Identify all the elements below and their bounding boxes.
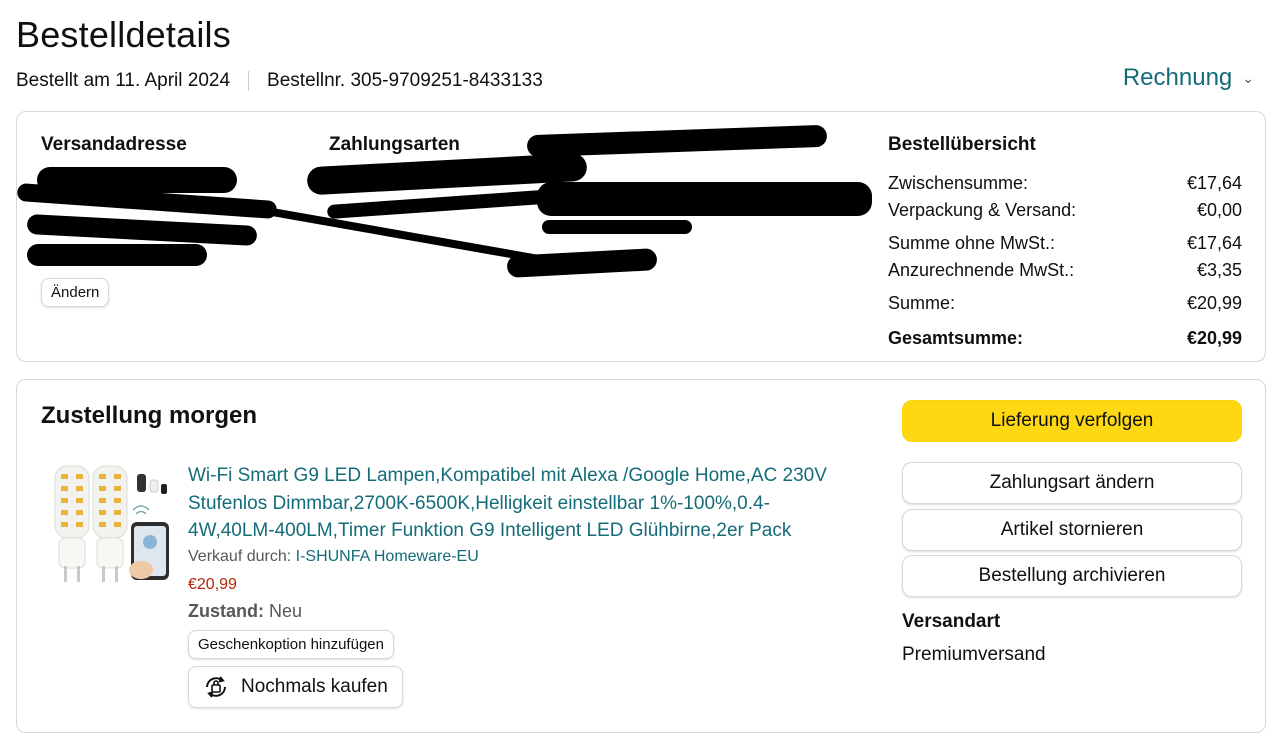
redaction bbox=[537, 182, 872, 216]
shipping-method-value: Premiumversand bbox=[902, 644, 1046, 665]
product-image[interactable] bbox=[49, 462, 173, 586]
seller-info: Verkauf durch: I-SHUNFA Homeware-EU bbox=[188, 548, 479, 566]
summary-label: Gesamtsumme: bbox=[888, 328, 1024, 348]
add-gift-option-button[interactable]: Geschenkoption hinzufügen bbox=[188, 630, 394, 659]
shipping-address-heading: Versandadresse bbox=[41, 134, 187, 155]
redaction bbox=[542, 220, 692, 234]
seller-link[interactable]: I-SHUNFA Homeware-EU bbox=[296, 548, 479, 565]
summary-label: Summe ohne MwSt.: bbox=[888, 233, 1056, 253]
seller-prefix: Verkauf durch: bbox=[188, 548, 292, 565]
cancel-items-button[interactable]: Artikel stornieren bbox=[902, 509, 1242, 551]
condition-label: Zustand: bbox=[188, 601, 264, 621]
order-summary-title: Bestellübersicht bbox=[888, 134, 1036, 155]
change-payment-button[interactable]: Zahlungsart ändern bbox=[902, 462, 1242, 504]
redaction bbox=[26, 213, 258, 247]
product-price: €20,99 bbox=[188, 576, 237, 593]
shipping-method-label: Versandart bbox=[902, 611, 1001, 632]
redaction bbox=[27, 244, 207, 266]
summary-label: Zwischensumme: bbox=[888, 173, 1029, 193]
summary-label: Summe: bbox=[888, 293, 956, 313]
summary-row-net: Summe ohne MwSt.: €17,64 bbox=[888, 230, 1242, 257]
summary-value: €20,99 bbox=[1186, 328, 1242, 348]
summary-row-vat: Anzurechnende MwSt.: €3,35 bbox=[888, 257, 1242, 284]
delivery-status-title: Zustellung morgen bbox=[41, 402, 257, 429]
product-condition: Zustand: Neu bbox=[188, 601, 302, 622]
change-address-button[interactable]: Ändern bbox=[41, 278, 110, 307]
summary-value: €17,64 bbox=[1186, 233, 1242, 253]
summary-label: Verpackung & Versand: bbox=[888, 200, 1077, 220]
buy-again-icon bbox=[206, 676, 226, 698]
invoice-dropdown[interactable]: Rechnung ⌄ bbox=[1123, 64, 1254, 92]
summary-label: Anzurechnende MwSt.: bbox=[888, 260, 1075, 280]
buy-again-label: Nochmals kaufen bbox=[241, 676, 388, 697]
invoice-label: Rechnung bbox=[1122, 64, 1233, 91]
order-overview-card: Versandadresse Zahlungsarten Ändern Best… bbox=[16, 111, 1266, 362]
track-package-button[interactable]: Lieferung verfolgen bbox=[902, 400, 1242, 442]
summary-value: €3,35 bbox=[1196, 260, 1242, 280]
condition-value: Neu bbox=[269, 601, 303, 621]
order-summary: Bestellübersicht Zwischensumme: €17,64 V… bbox=[888, 134, 1242, 352]
archive-order-button[interactable]: Bestellung archivieren bbox=[902, 555, 1242, 597]
order-number: Bestellnr. 305-9709251-8433133 bbox=[267, 70, 543, 91]
summary-row-total: Gesamtsumme: €20,99 bbox=[888, 325, 1242, 352]
divider bbox=[248, 71, 250, 91]
summary-row-shipping: Verpackung & Versand: €0,00 bbox=[888, 197, 1242, 224]
order-meta: Bestellt am 11. April 2024 Bestellnr. 30… bbox=[16, 70, 543, 92]
summary-row-subtotal: Zwischensumme: €17,64 bbox=[888, 170, 1242, 197]
summary-value: €17,64 bbox=[1186, 173, 1242, 193]
page-title: Bestelldetails bbox=[16, 14, 231, 55]
product-title-link[interactable]: Wi-Fi Smart G9 LED Lampen,Kompatibel mit… bbox=[188, 462, 848, 545]
summary-value: €20,99 bbox=[1186, 293, 1242, 313]
chevron-down-icon: ⌄ bbox=[1242, 69, 1254, 86]
delivery-card: Zustellung morgen Wi-Fi Smart G9 LED Lam bbox=[16, 379, 1266, 733]
summary-row-sum: Summe: €20,99 bbox=[888, 290, 1242, 317]
order-date: Bestellt am 11. April 2024 bbox=[16, 70, 231, 91]
buy-again-button[interactable]: Nochmals kaufen bbox=[188, 666, 403, 708]
redaction bbox=[526, 124, 828, 158]
summary-value: €0,00 bbox=[1196, 200, 1242, 220]
payment-methods-heading: Zahlungsarten bbox=[329, 134, 460, 155]
